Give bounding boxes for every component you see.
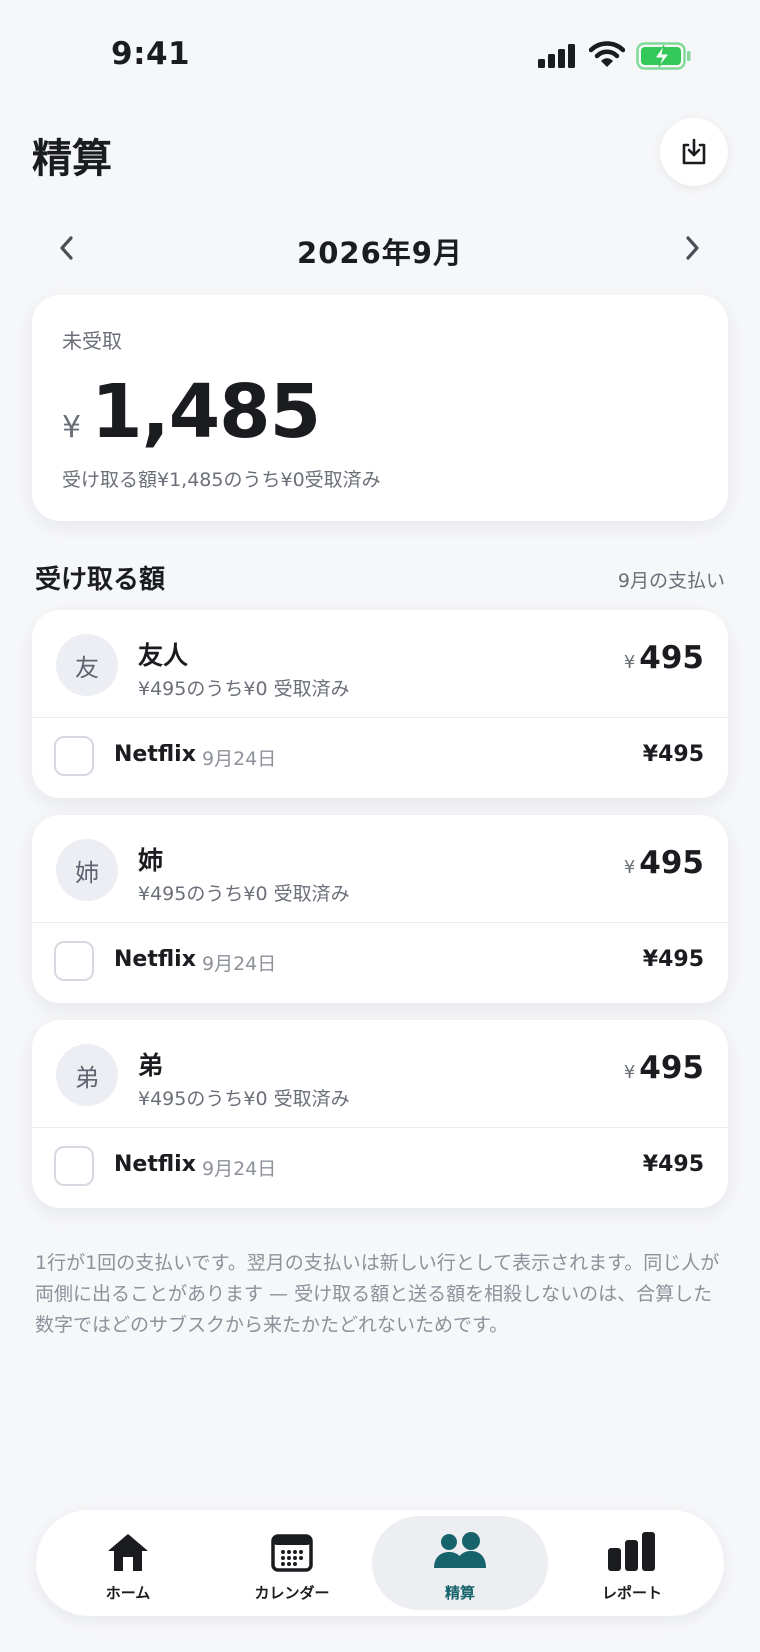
tab-calendar[interactable]: カレンダー [204, 1516, 380, 1610]
month-label: 2026年9月 [297, 236, 463, 270]
summary-amount: ¥ 1,485 [62, 367, 321, 457]
tab-icon-wrap [372, 1530, 548, 1574]
tab-icon-wrap [544, 1530, 720, 1574]
calendar-icon [271, 1534, 313, 1572]
person-received-status: ¥495のうち¥0 受取済み [138, 883, 350, 905]
payment-amount: ¥495 [642, 947, 704, 972]
person-name: 友人 [138, 641, 189, 670]
person-total: ¥ 495 [624, 1050, 704, 1086]
tab-label: レポート [601, 1584, 662, 1602]
person-received-status: ¥495のうち¥0 受取済み [138, 1088, 350, 1110]
subscription-name: Netflix [114, 1152, 196, 1177]
received-checkbox[interactable] [54, 941, 94, 981]
currency-symbol: ¥ [623, 1062, 636, 1083]
person-received-status: ¥495のうち¥0 受取済み [138, 678, 350, 700]
subscription-name: Netflix [114, 742, 196, 767]
received-checkbox[interactable] [54, 736, 94, 776]
person-total-amount: 495 [639, 1050, 704, 1086]
avatar: 弟 [56, 1044, 118, 1106]
page-title: 精算 [32, 136, 112, 182]
chevron-right-icon [686, 236, 699, 260]
people-icon [434, 1532, 486, 1568]
person-total: ¥ 495 [624, 640, 704, 676]
person-card: 友 友人 ¥495のうち¥0 受取済み ¥ 495 Netflix 9月24日 … [32, 610, 728, 798]
section-title: 受け取る額 [35, 565, 166, 595]
summary-label: 未受取 [62, 329, 122, 353]
subscription-name: Netflix [114, 947, 196, 972]
outstanding-amount: 1,485 [91, 369, 321, 455]
payment-row: Netflix 9月24日 ¥495 [32, 1128, 728, 1208]
explanation-note: 1行が1回の支払いです。翌月の支払いは新しい行として表示されます。同じ人が両側に… [35, 1252, 720, 1336]
person-name: 姉 [138, 846, 164, 875]
month-navigator: 2026年9月 [0, 220, 760, 276]
payment-row: Netflix 9月24日 ¥495 [32, 718, 728, 798]
person-header[interactable]: 姉 姉 ¥495のうち¥0 受取済み ¥ 495 [32, 815, 728, 923]
avatar: 姉 [56, 839, 118, 901]
person-name: 弟 [138, 1051, 164, 1080]
person-total-amount: 495 [639, 640, 704, 676]
currency-symbol: ¥ [623, 652, 636, 673]
person-header[interactable]: 弟 弟 ¥495のうち¥0 受取済み ¥ 495 [32, 1020, 728, 1128]
payment-date: 9月24日 [202, 1158, 277, 1180]
cellular-signal-icon [538, 44, 575, 68]
tab-label: カレンダー [254, 1584, 330, 1602]
status-time: 9:41 [111, 36, 191, 72]
home-icon [108, 1534, 148, 1571]
payment-date: 9月24日 [202, 953, 277, 975]
tab-settlement[interactable]: 精算 [372, 1516, 548, 1610]
avatar: 友 [56, 634, 118, 696]
tab-icon-wrap [204, 1530, 380, 1574]
outstanding-summary-card: 未受取 ¥ 1,485 受け取る額¥1,485のうち¥0受取済み [32, 295, 728, 521]
tab-label: ホーム [105, 1584, 151, 1602]
person-total: ¥ 495 [624, 845, 704, 881]
payment-date: 9月24日 [202, 748, 277, 770]
tab-label: 精算 [444, 1584, 475, 1602]
section-note: 9月の支払い [617, 570, 725, 592]
bar-chart-icon [608, 1532, 655, 1571]
payment-amount: ¥495 [642, 1152, 704, 1177]
battery-charging-icon [636, 42, 691, 70]
bottom-tab-bar: ホーム カレンダー 精算 レポート [36, 1510, 724, 1616]
currency-symbol: ¥ [62, 410, 82, 445]
person-card: 姉 姉 ¥495のうち¥0 受取済み ¥ 495 Netflix 9月24日 ¥… [32, 815, 728, 1003]
person-total-amount: 495 [639, 845, 704, 881]
person-card: 弟 弟 ¥495のうち¥0 受取済み ¥ 495 Netflix 9月24日 ¥… [32, 1020, 728, 1208]
download-tray-icon [682, 138, 706, 165]
payment-amount: ¥495 [642, 742, 704, 767]
status-bar: 9:41 [0, 0, 760, 110]
currency-symbol: ¥ [623, 857, 636, 878]
payment-row: Netflix 9月24日 ¥495 [32, 923, 728, 1003]
tab-report[interactable]: レポート [544, 1516, 720, 1610]
tab-icon-wrap [40, 1530, 216, 1574]
person-header[interactable]: 友 友人 ¥495のうち¥0 受取済み ¥ 495 [32, 610, 728, 718]
tab-home[interactable]: ホーム [40, 1516, 216, 1610]
received-checkbox[interactable] [54, 1146, 94, 1186]
next-month-button[interactable] [672, 228, 712, 268]
export-button[interactable] [660, 118, 728, 186]
summary-subtext: 受け取る額¥1,485のうち¥0受取済み [62, 469, 381, 491]
wifi-icon [589, 41, 625, 67]
